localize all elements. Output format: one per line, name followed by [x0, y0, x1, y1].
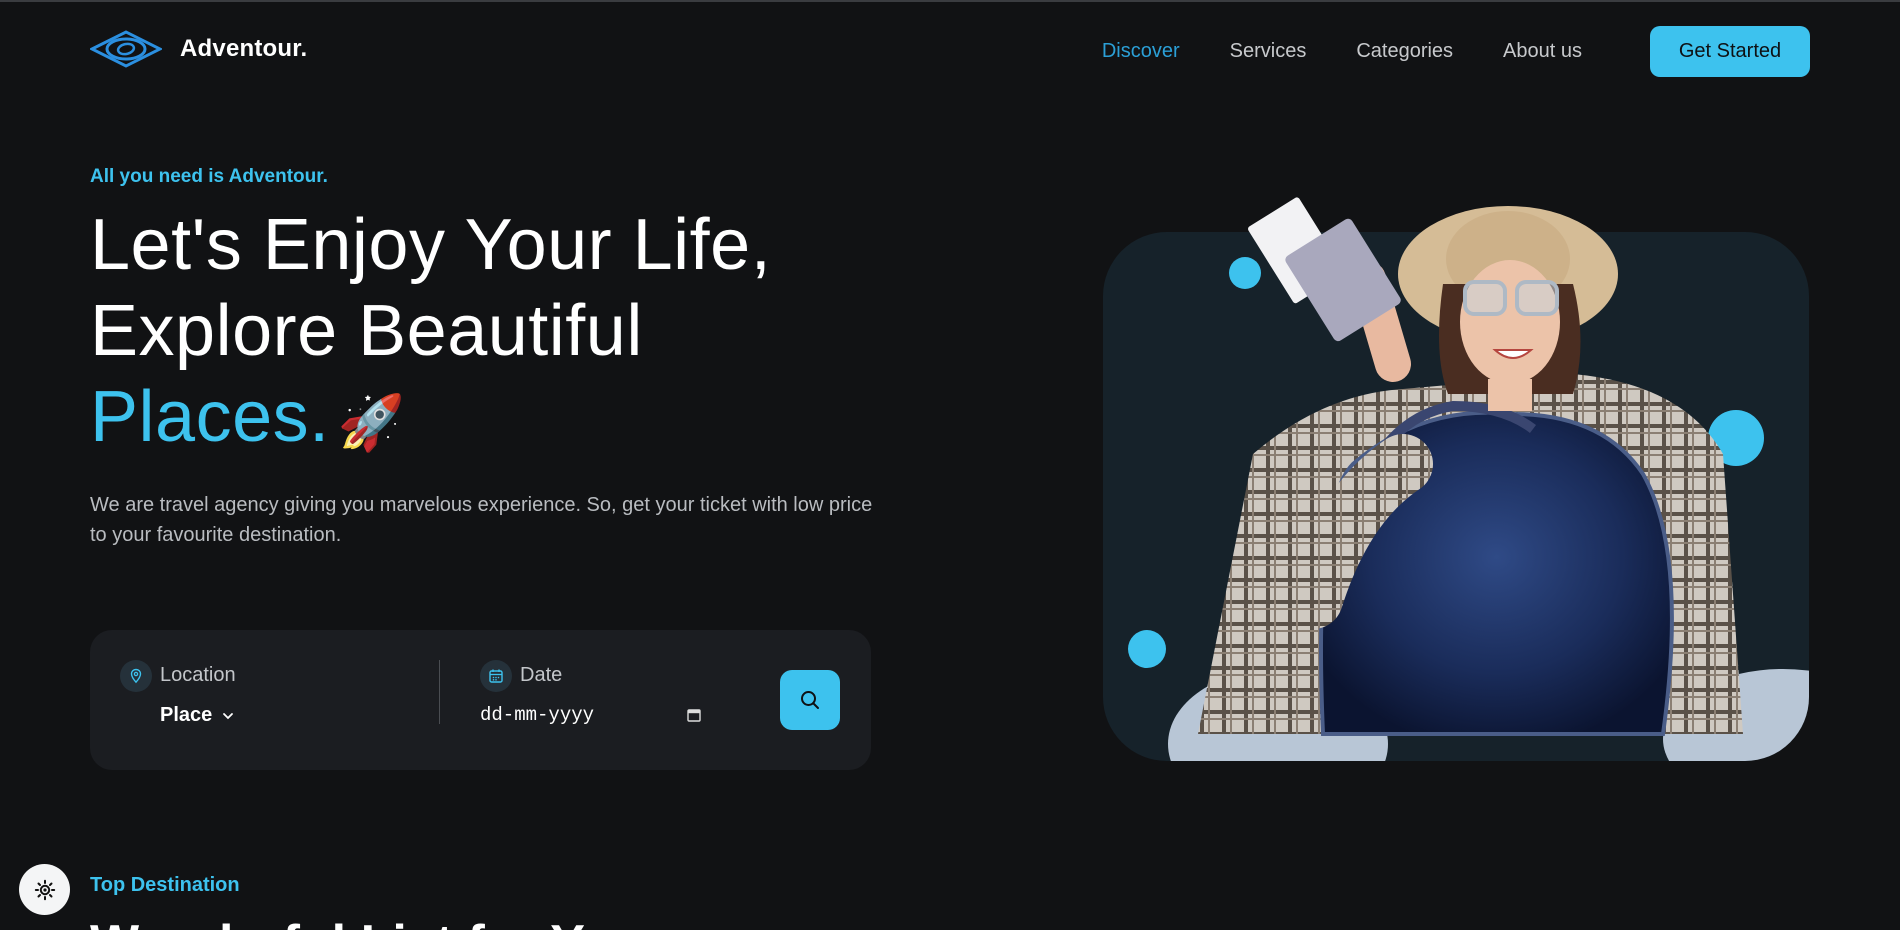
headline-accent: Places. — [90, 377, 330, 457]
get-started-button[interactable]: Get Started — [1650, 26, 1810, 77]
map-pin-icon — [120, 660, 152, 692]
section-title: Wonderful List for You — [90, 914, 645, 930]
theme-toggle-button[interactable] — [19, 864, 70, 915]
location-label: Location — [160, 664, 236, 686]
date-input-placeholder: dd-mm-yyyy — [480, 704, 595, 726]
sun-icon — [34, 879, 55, 900]
nav-item-categories[interactable]: Categories — [1356, 40, 1453, 63]
hero-headline: Let's Enjoy Your Life, Explore Beautiful… — [90, 202, 771, 466]
field-divider — [439, 660, 440, 724]
nav-item-services[interactable]: Services — [1230, 40, 1307, 63]
rocket-icon: 🚀 — [337, 393, 406, 453]
chevron-down-icon — [223, 712, 234, 719]
brand-name: Adventour. — [180, 35, 308, 62]
nav-item-discover[interactable]: Discover — [1102, 40, 1180, 63]
headline-line-1: Let's Enjoy Your Life, — [90, 205, 772, 285]
search-button[interactable] — [780, 670, 840, 730]
hero-description: We are travel agency giving you marvelou… — [90, 494, 873, 546]
location-select-value: Place — [160, 704, 213, 726]
date-label: Date — [520, 664, 563, 686]
main-nav: Discover Services Categories About us — [1102, 40, 1582, 63]
search-panel: Location Place Date dd-mm-yyyy — [90, 630, 871, 770]
hero-eyebrow: All you need is Adventour. — [90, 166, 328, 187]
date-input[interactable]: dd-mm-yyyy — [480, 704, 702, 726]
search-icon — [801, 691, 819, 709]
eye-diamond-logo-icon — [90, 30, 162, 68]
calendar-picker-icon[interactable] — [686, 707, 702, 723]
nav-item-about-us[interactable]: About us — [1503, 40, 1582, 63]
brand-logo[interactable]: Adventour. — [90, 30, 307, 68]
hero-image — [1103, 174, 1809, 761]
site-header: Adventour. Discover Services Categories … — [90, 26, 1810, 78]
headline-line-2: Explore Beautiful — [90, 291, 643, 371]
traveler-woman-illustration — [1168, 197, 1809, 761]
location-select[interactable]: Place — [160, 704, 234, 727]
calendar-icon — [480, 660, 512, 692]
section-tag: Top Destination — [90, 874, 240, 896]
